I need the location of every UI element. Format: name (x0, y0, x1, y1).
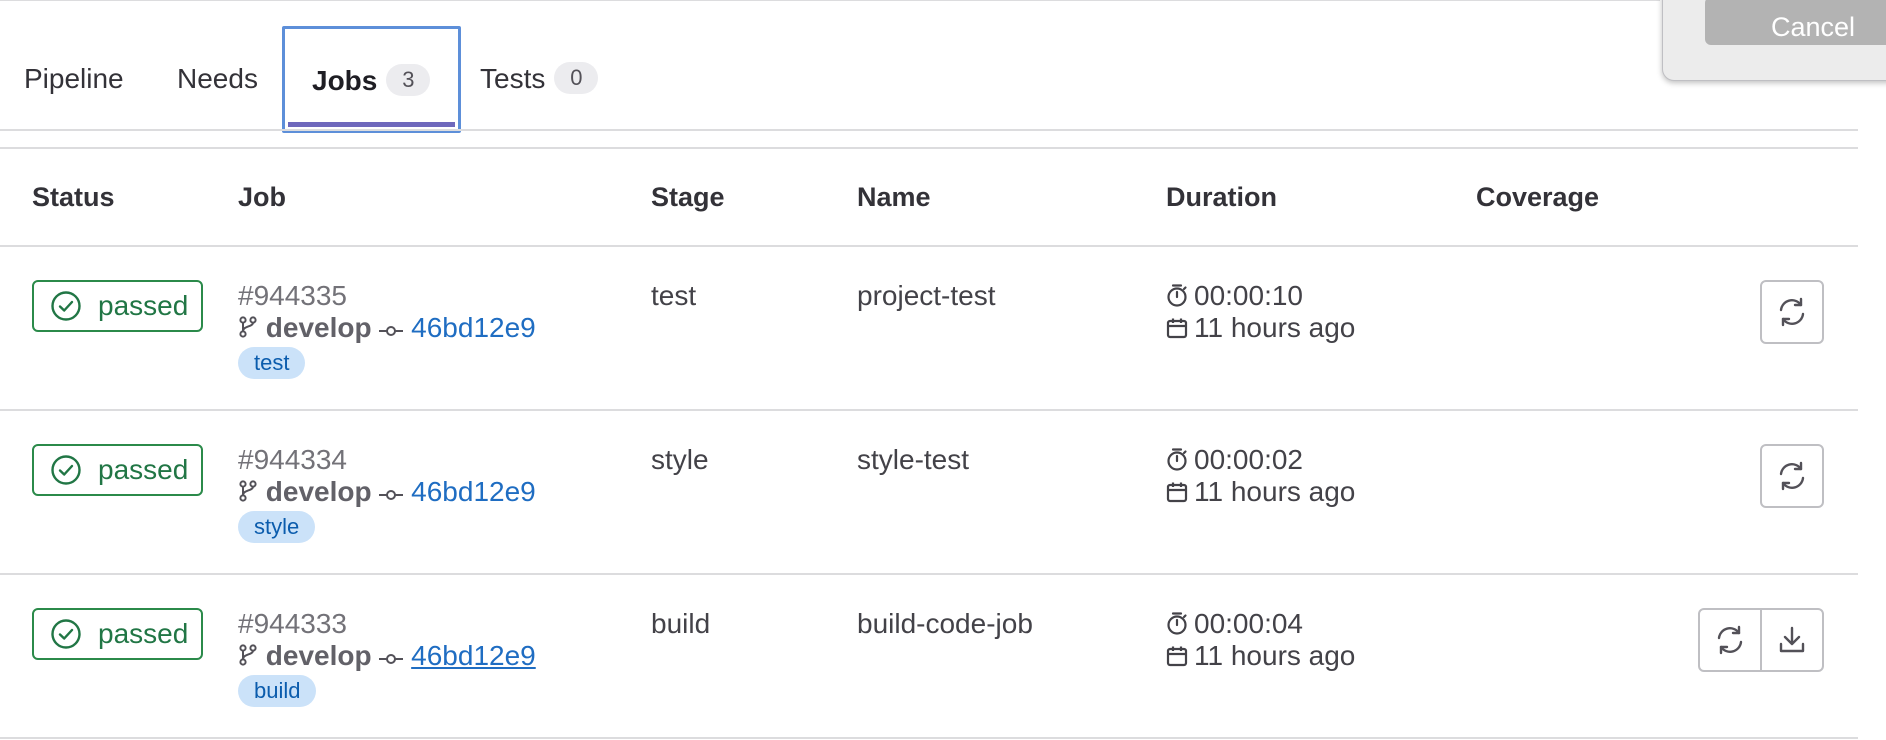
tab-jobs[interactable]: Jobs 3 (282, 26, 461, 133)
status-success-icon (51, 291, 81, 321)
duration-cell: 00:00:04 (1166, 607, 1303, 641)
tab-label: Needs (177, 63, 258, 94)
job-name-cell: build-code-job (857, 608, 1033, 639)
retry-button[interactable] (1760, 444, 1824, 508)
status-label: passed (98, 290, 189, 321)
finished-value: 11 hours ago (1194, 640, 1356, 671)
calendar-icon (1166, 318, 1188, 339)
stage-cell: style (651, 444, 709, 475)
retry-button[interactable] (1760, 280, 1824, 344)
commit-sha-link[interactable]: 46bd12e9 (411, 312, 536, 343)
status-badge[interactable]: passed (32, 608, 203, 660)
status-label: passed (98, 454, 189, 485)
tab-label: Pipeline (24, 63, 124, 94)
column-header-job: Job (238, 182, 287, 212)
tabs-divider (0, 129, 1858, 131)
commit-sha-link[interactable]: 46bd12e9 (411, 476, 536, 507)
retry-icon (1779, 461, 1805, 491)
column-header-stage: Stage (651, 182, 725, 212)
timer-icon (1167, 612, 1187, 635)
table-row: passed #944335 develop 46bd12e9 test tes… (0, 245, 1858, 409)
job-id-link[interactable]: #944333 (238, 607, 347, 641)
table-header: Status Job Stage Name Duration Coverage (0, 149, 1858, 245)
calendar-icon (1166, 482, 1188, 503)
duration-cell: 00:00:10 (1166, 279, 1303, 313)
commit-icon (379, 326, 404, 336)
branch-icon (239, 480, 257, 502)
duration-value: 00:00:02 (1194, 444, 1303, 475)
job-ref: develop 46bd12e9 (238, 475, 536, 509)
stage-badge: test (238, 347, 306, 379)
status-success-icon (51, 619, 81, 649)
status-badge[interactable]: passed (32, 280, 203, 332)
pipeline-tabs: Pipeline Needs Jobs 3 Tests 0 (0, 26, 1858, 133)
duration-cell: 00:00:02 (1166, 443, 1303, 477)
calendar-icon (1166, 646, 1188, 667)
column-header-coverage: Coverage (1476, 182, 1600, 212)
finished-value: 11 hours ago (1194, 312, 1356, 343)
table-bottom-divider (0, 737, 1858, 739)
finished-value: 11 hours ago (1194, 476, 1356, 507)
retry-icon (1717, 625, 1743, 655)
stage-badge: style (238, 511, 316, 543)
branch-name[interactable]: develop (266, 312, 372, 343)
finished-cell: 11 hours ago (1166, 475, 1355, 509)
stage-badge: build (238, 675, 317, 707)
retry-button[interactable] (1698, 608, 1762, 672)
finished-cell: 11 hours ago (1166, 639, 1355, 673)
tab-needs[interactable]: Needs (177, 28, 258, 130)
timer-icon (1167, 448, 1187, 471)
column-header-status: Status (32, 182, 115, 212)
column-header-name: Name (857, 182, 931, 212)
duration-value: 00:00:10 (1194, 280, 1303, 311)
tab-tests[interactable]: Tests 0 (480, 28, 599, 130)
column-header-duration: Duration (1166, 182, 1277, 212)
tab-count-badge: 0 (554, 62, 599, 94)
status-success-icon (51, 455, 81, 485)
finished-cell: 11 hours ago (1166, 311, 1355, 345)
job-ref: develop 46bd12e9 (238, 639, 536, 673)
download-icon (1779, 626, 1805, 653)
tab-label: Jobs (312, 65, 378, 96)
status-label: passed (98, 618, 189, 649)
stage-cell: test (651, 280, 697, 311)
stage-cell: build (651, 608, 711, 639)
job-actions-group (1698, 608, 1824, 672)
table-row: passed #944334 develop 46bd12e9 style st… (0, 409, 1858, 573)
job-name-cell: project-test (857, 280, 996, 311)
download-artifacts-button[interactable] (1760, 608, 1824, 672)
commit-icon (379, 654, 404, 664)
job-name-cell: style-test (857, 444, 970, 475)
branch-icon (239, 644, 257, 666)
table-row: passed #944333 develop 46bd12e9 build bu… (0, 573, 1858, 737)
tab-pipeline[interactable]: Pipeline (24, 28, 124, 130)
tab-count-badge: 3 (386, 64, 431, 96)
branch-name[interactable]: develop (266, 476, 372, 507)
status-badge[interactable]: passed (32, 444, 203, 496)
tab-label: Tests (480, 63, 546, 94)
top-divider (0, 0, 1660, 1)
branch-name[interactable]: develop (266, 640, 372, 671)
retry-icon (1779, 297, 1805, 327)
timer-icon (1167, 284, 1187, 307)
duration-value: 00:00:04 (1194, 608, 1303, 639)
branch-icon (239, 316, 257, 338)
job-id-link[interactable]: #944335 (238, 279, 347, 313)
job-ref: develop 46bd12e9 (238, 311, 536, 345)
job-id-link[interactable]: #944334 (238, 443, 347, 477)
commit-sha-link[interactable]: 46bd12e9 (411, 640, 536, 671)
commit-icon (379, 490, 404, 500)
